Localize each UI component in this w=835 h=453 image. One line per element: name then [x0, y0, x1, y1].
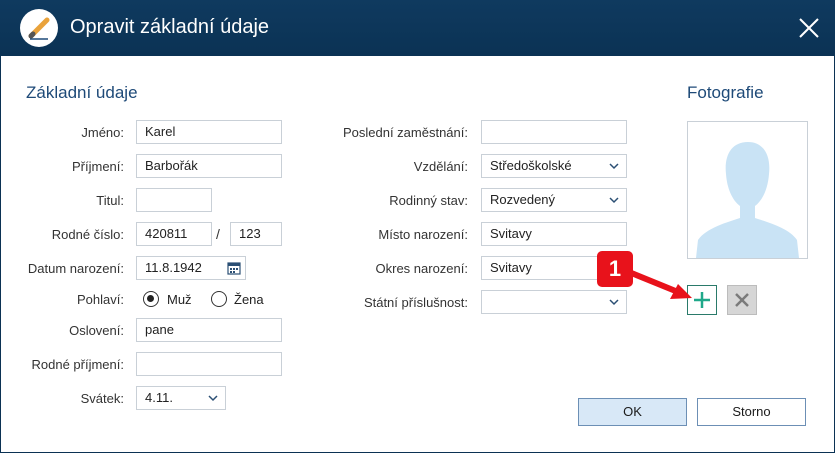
- chevron-down-icon: [609, 163, 619, 170]
- title-field[interactable]: [136, 188, 212, 212]
- calendar-icon[interactable]: [227, 261, 241, 275]
- gender-female-radio[interactable]: [211, 291, 227, 307]
- annotation-badge: 1: [597, 251, 633, 287]
- chevron-down-icon: [208, 395, 218, 402]
- birth-number-field-1[interactable]: 420811: [136, 222, 212, 246]
- remove-photo-button[interactable]: [727, 285, 757, 315]
- citizenship-select[interactable]: [481, 290, 627, 314]
- salutation-label: Oslovení:: [69, 323, 124, 338]
- person-silhouette-icon: [696, 142, 799, 258]
- marital-status-select[interactable]: Rozvedený: [481, 188, 627, 212]
- photo-heading: Fotografie: [687, 83, 764, 102]
- chevron-down-icon: [609, 197, 619, 204]
- birth-number-separator: /: [216, 226, 220, 242]
- radio-selected-dot: [147, 295, 154, 302]
- education-select[interactable]: Středoškolské: [481, 154, 627, 178]
- title-label: Titul:: [96, 193, 124, 208]
- salutation-field[interactable]: pane: [136, 318, 282, 342]
- birth-number-field-2[interactable]: 123: [230, 222, 282, 246]
- gender-female-label: Žena: [234, 292, 264, 307]
- first-name-label: Jméno:: [81, 125, 124, 140]
- marital-status-label: Rodinný stav:: [389, 193, 468, 208]
- ok-button[interactable]: OK: [578, 398, 687, 426]
- marital-status-value: Rozvedený: [490, 192, 556, 207]
- pencil-icon: [20, 9, 58, 47]
- name-day-label: Svátek:: [80, 391, 124, 406]
- first-name-field[interactable]: Karel: [136, 120, 282, 144]
- education-value: Středoškolské: [490, 158, 572, 173]
- last-name-field[interactable]: Barbořák: [136, 154, 282, 178]
- gender-male-radio[interactable]: [143, 291, 159, 307]
- maiden-name-field[interactable]: [136, 352, 282, 376]
- last-employment-label: Poslední zaměstnání:: [342, 125, 468, 140]
- photo-frame: [687, 121, 808, 259]
- citizenship-label: Státní příslušnost:: [363, 295, 468, 310]
- birth-date-label: Datum narození:: [27, 261, 124, 276]
- maiden-name-label: Rodné příjmení:: [31, 357, 125, 372]
- name-day-select[interactable]: 4.11.: [136, 386, 226, 410]
- last-name-label: Příjmení:: [71, 159, 124, 174]
- gender-label: Pohlaví:: [77, 292, 124, 307]
- education-label: Vzdělání:: [413, 159, 468, 174]
- chevron-down-icon: [609, 299, 619, 306]
- birth-date-field[interactable]: 11.8.1942: [136, 256, 246, 280]
- birth-number-label: Rodné číslo:: [51, 227, 124, 242]
- cancel-button[interactable]: Storno: [697, 398, 806, 426]
- name-day-value: 4.11.: [145, 390, 173, 405]
- birth-place-label: Místo narození:: [378, 227, 468, 242]
- birth-date-value: 11.8.1942: [145, 260, 202, 275]
- close-icon[interactable]: [795, 14, 823, 42]
- birth-district-label: Okres narození:: [375, 261, 469, 276]
- birth-place-field[interactable]: Svitavy: [481, 222, 627, 246]
- x-icon: [735, 293, 749, 307]
- title-bar: Opravit základní údaje: [0, 0, 835, 56]
- window-title: Opravit základní údaje: [70, 16, 270, 38]
- basic-info-heading: Základní údaje: [26, 83, 138, 102]
- last-employment-field[interactable]: [481, 120, 627, 144]
- gender-male-label: Muž: [167, 292, 192, 307]
